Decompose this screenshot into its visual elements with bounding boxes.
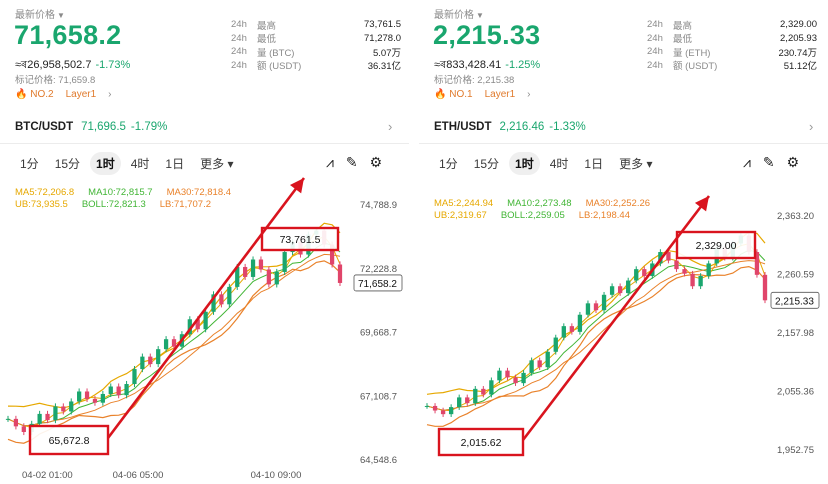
y-tick-label: 2,260.59	[777, 270, 814, 281]
candle-body	[140, 356, 145, 370]
current-price-text: 71,658.2	[358, 279, 397, 290]
trend-arrow-head	[694, 196, 709, 212]
trend-arrow-head	[289, 178, 304, 194]
candle-body	[601, 294, 607, 311]
trend-arrow-line	[106, 177, 306, 439]
candle-body	[642, 269, 647, 276]
candle-body	[448, 407, 454, 415]
x-tick-label: 04-02 01:00	[22, 470, 73, 481]
candle-body	[37, 413, 42, 424]
candle-body	[227, 286, 232, 305]
candle-body	[108, 386, 113, 394]
y-tick-label: 69,668.7	[360, 328, 397, 339]
candle-body	[529, 360, 534, 373]
ma30-line	[426, 260, 766, 411]
candle-body	[274, 271, 279, 285]
candle-body	[537, 360, 542, 368]
boll-mid-line	[426, 249, 766, 411]
candle-body	[457, 397, 462, 408]
panel-divider	[409, 0, 419, 484]
candle-body	[545, 351, 550, 368]
candle-body	[473, 388, 478, 404]
candle-body	[698, 275, 703, 287]
low-annotation-text: 2,015.62	[461, 437, 502, 449]
candle-body	[203, 311, 208, 330]
candle-body	[593, 303, 599, 311]
candle-body	[440, 410, 446, 415]
candle-body	[674, 260, 679, 270]
high-annotation-text: 73,761.5	[280, 234, 321, 246]
candle-body	[634, 269, 639, 281]
candle-body	[481, 388, 486, 395]
candle-body	[682, 269, 687, 274]
candle-body	[45, 413, 50, 421]
candle-body	[5, 418, 11, 420]
candle-body	[617, 286, 623, 294]
y-tick-label: 2,055.36	[777, 387, 814, 398]
candle-body	[569, 326, 575, 332]
candle-body	[690, 273, 695, 287]
candle-body	[505, 370, 510, 378]
candle-body	[465, 397, 470, 404]
btc-panel: 最新价格 ▼ 71,658.2 ≈ৰ26,958,502.7 -1.73% 标记价格…	[0, 0, 409, 484]
candle-body	[762, 274, 768, 301]
ma5-line	[426, 243, 766, 412]
price-chart[interactable]: 2,363.20 2,260.59 2,157.98 2,055.36 1,952.75…	[419, 0, 828, 484]
high-annotation-text: 2,329.00	[696, 240, 737, 252]
candle-body	[497, 370, 502, 381]
y-tick-label: 2,363.20	[777, 211, 814, 222]
candle-body	[156, 349, 161, 365]
candle-body	[21, 426, 26, 433]
x-tick-label: 04-10 09:00	[251, 470, 302, 481]
candle-body	[132, 369, 137, 385]
candle-body	[609, 286, 615, 295]
y-tick-label: 67,108.7	[360, 391, 397, 402]
candle-body	[337, 264, 343, 283]
candle-body	[100, 393, 105, 403]
y-tick-label: 72,228.8	[360, 264, 397, 275]
candle-body	[577, 314, 583, 332]
candle-body	[116, 386, 121, 396]
candle-body	[626, 280, 631, 294]
candle-body	[61, 406, 66, 412]
candle-body	[432, 405, 438, 411]
candle-body	[706, 263, 711, 276]
candle-body	[585, 303, 591, 315]
candle-body	[124, 384, 129, 396]
candle-body	[553, 337, 558, 352]
candle-body	[148, 356, 153, 365]
candle-body	[77, 391, 82, 402]
y-tick-label: 74,788.9	[360, 200, 397, 211]
candle-body	[266, 269, 271, 285]
candle-body	[250, 259, 256, 277]
low-annotation-text: 65,672.8	[49, 435, 90, 447]
y-tick-label: 2,157.98	[777, 328, 814, 339]
candle-body	[69, 401, 74, 412]
candle-body	[219, 294, 224, 305]
candle-body	[53, 406, 58, 421]
candle-body	[489, 380, 494, 395]
trend-arrow-line	[521, 195, 711, 441]
candle-body	[243, 266, 248, 277]
candle-body	[513, 377, 518, 384]
candle-body	[424, 405, 430, 407]
candle-body	[13, 418, 19, 427]
candle-body	[84, 391, 90, 399]
candle-body	[163, 339, 169, 350]
candle-body	[282, 252, 287, 272]
eth-panel: 最新价格 ▼ 2,215.33 ≈ৰ833,428.41 -1.25% 标记价格: …	[419, 0, 828, 484]
x-tick-label: 04-06 05:00	[113, 470, 164, 481]
current-price-text: 2,215.33	[775, 296, 814, 307]
y-tick-label: 64,548.6	[360, 455, 397, 466]
candle-body	[521, 372, 526, 384]
candle-body	[258, 259, 264, 270]
candle-body	[561, 326, 566, 338]
candle-body	[92, 398, 98, 403]
candle-body	[171, 339, 177, 347]
price-chart[interactable]: 74,788.9 72,228.8 69,668.7 67,108.7 64,548.6…	[0, 0, 409, 484]
y-tick-label: 1,952.75	[777, 445, 814, 456]
